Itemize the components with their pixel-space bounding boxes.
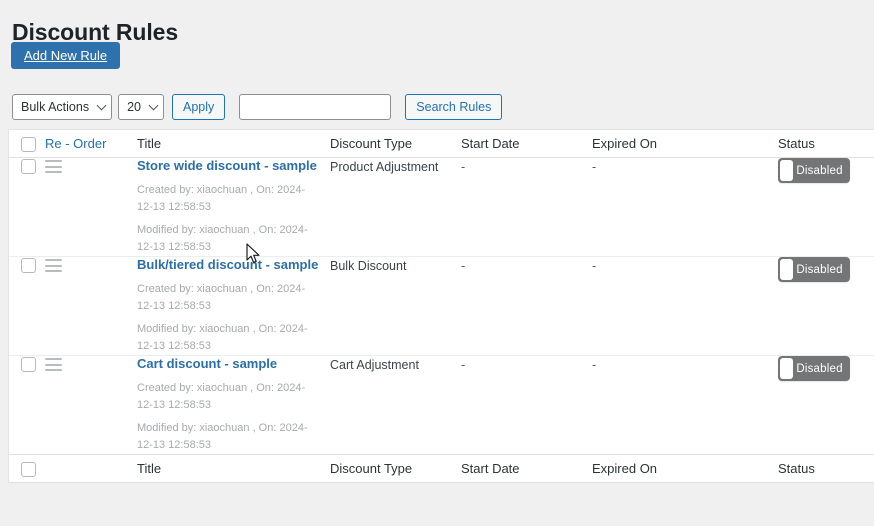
table-head: Re - Order Title Discount Type Start Dat… xyxy=(9,130,874,158)
drag-handle-icon[interactable] xyxy=(45,160,62,174)
table-row: Cart discount - sample Created by: xiaoc… xyxy=(9,356,874,455)
discount-type-value: Bulk Discount xyxy=(330,259,407,274)
column-header-reorder[interactable]: Re - Order xyxy=(45,130,137,158)
drag-handle-icon[interactable] xyxy=(45,259,62,273)
discount-rules-table-container: Re - Order Title Discount Type Start Dat… xyxy=(8,129,874,484)
table-foot: Title Discount Type Start Date Expired O… xyxy=(9,454,874,483)
rule-modified-meta: Modified by: xiaochuan , On: 2024-12-13 … xyxy=(137,323,308,353)
column-footer-expired-on: Expired On xyxy=(592,454,778,483)
column-footer-title: Title xyxy=(137,454,330,483)
table-body: Store wide discount - sample Created by:… xyxy=(9,158,874,455)
row-select-cell xyxy=(9,257,45,356)
table-footer-row: Title Discount Type Start Date Expired O… xyxy=(9,454,874,483)
discount-rules-table: Re - Order Title Discount Type Start Dat… xyxy=(9,130,874,483)
row-reorder-cell xyxy=(45,158,137,257)
chevron-down-icon xyxy=(148,100,159,111)
row-select-cell xyxy=(9,158,45,257)
bulk-actions-select[interactable]: Bulk Actions xyxy=(12,94,113,120)
rule-modified-meta: Modified by: xiaochuan , On: 2024-12-13 … xyxy=(137,422,308,452)
status-toggle-label: Disabled xyxy=(796,362,843,375)
expired-on-value: - xyxy=(592,259,597,274)
column-header-start-date: Start Date xyxy=(461,130,592,158)
search-rules-button[interactable]: Search Rules xyxy=(405,94,503,120)
row-select-cell xyxy=(9,356,45,455)
select-all-checkbox-footer[interactable] xyxy=(21,462,36,478)
row-title-cell: Bulk/tiered discount - sample Created by… xyxy=(137,257,330,356)
row-reorder-cell xyxy=(45,257,137,356)
row-start-date-cell: - xyxy=(461,257,592,356)
row-reorder-cell xyxy=(45,356,137,455)
rule-title-link[interactable]: Cart discount - sample xyxy=(137,356,330,373)
rule-created-meta: Created by: xiaochuan , On: 2024-12-13 1… xyxy=(137,183,306,213)
discount-type-value: Cart Adjustment xyxy=(330,358,419,373)
rule-title-link[interactable]: Bulk/tiered discount - sample xyxy=(137,257,330,274)
row-status-cell: Disabled xyxy=(778,356,874,455)
bulk-actions-selected-value: Bulk Actions xyxy=(21,100,90,114)
row-title-cell: Store wide discount - sample Created by:… xyxy=(137,158,330,257)
row-start-date-cell: - xyxy=(461,356,592,455)
drag-handle-icon[interactable] xyxy=(45,358,62,372)
rule-created-meta: Created by: xiaochuan , On: 2024-12-13 1… xyxy=(137,282,306,313)
column-header-expired-on: Expired On xyxy=(592,130,778,158)
start-date-value: - xyxy=(461,259,466,274)
select-all-checkbox[interactable] xyxy=(21,137,36,153)
row-checkbox[interactable] xyxy=(21,258,36,274)
row-expired-on-cell: - xyxy=(592,158,778,257)
per-page-selected-value: 20 xyxy=(127,100,141,114)
rule-modified-meta: Modified by: xiaochuan , On: 2024-12-13 … xyxy=(137,223,308,254)
status-toggle-label: Disabled xyxy=(796,164,843,177)
toggle-knob xyxy=(780,160,793,181)
row-discount-type-cell: Cart Adjustment xyxy=(330,356,461,455)
column-footer-start-date: Start Date xyxy=(461,454,592,483)
row-expired-on-cell: - xyxy=(592,257,778,356)
column-footer-status: Status xyxy=(778,454,874,483)
chevron-down-icon xyxy=(96,100,107,111)
rule-created-meta: Created by: xiaochuan , On: 2024-12-13 1… xyxy=(137,382,306,412)
row-title-cell: Cart discount - sample Created by: xiaoc… xyxy=(137,356,330,455)
row-discount-type-cell: Product Adjustment xyxy=(330,158,461,257)
list-toolbar: Bulk Actions 20 Apply Search Rules xyxy=(12,94,503,120)
status-toggle[interactable]: Disabled xyxy=(778,158,850,183)
column-footer-discount-type: Discount Type xyxy=(330,454,461,483)
status-toggle[interactable]: Disabled xyxy=(778,356,850,382)
search-input[interactable] xyxy=(239,94,392,120)
row-expired-on-cell: - xyxy=(592,356,778,455)
row-start-date-cell: - xyxy=(461,158,592,257)
status-toggle-label: Disabled xyxy=(796,263,843,276)
select-all-footer xyxy=(9,454,45,483)
toggle-knob xyxy=(780,358,793,380)
row-status-cell: Disabled xyxy=(778,257,874,356)
row-checkbox[interactable] xyxy=(21,159,36,175)
column-header-discount-type: Discount Type xyxy=(330,130,461,158)
select-all-header xyxy=(9,130,45,158)
row-discount-type-cell: Bulk Discount xyxy=(330,257,461,356)
table-row: Store wide discount - sample Created by:… xyxy=(9,158,874,257)
start-date-value: - xyxy=(461,160,466,174)
expired-on-value: - xyxy=(592,160,597,174)
table-row: Bulk/tiered discount - sample Created by… xyxy=(9,257,874,356)
expired-on-value: - xyxy=(592,358,597,373)
column-footer-reorder xyxy=(45,454,137,483)
apply-button[interactable]: Apply xyxy=(172,94,226,120)
row-checkbox[interactable] xyxy=(21,357,36,373)
add-new-rule-button[interactable]: Add New Rule xyxy=(11,42,121,69)
column-header-title: Title xyxy=(137,130,330,158)
toggle-knob xyxy=(780,259,793,281)
rule-title-link[interactable]: Store wide discount - sample xyxy=(137,158,330,175)
start-date-value: - xyxy=(461,358,466,373)
table-header-row: Re - Order Title Discount Type Start Dat… xyxy=(9,130,874,158)
discount-rules-page: Discount Rules Add New Rule Bulk Actions… xyxy=(0,0,874,526)
row-status-cell: Disabled xyxy=(778,158,874,257)
column-header-status: Status xyxy=(778,130,874,158)
per-page-select[interactable]: 20 xyxy=(118,94,164,120)
status-toggle[interactable]: Disabled xyxy=(778,257,850,283)
discount-type-value: Product Adjustment xyxy=(330,160,439,174)
